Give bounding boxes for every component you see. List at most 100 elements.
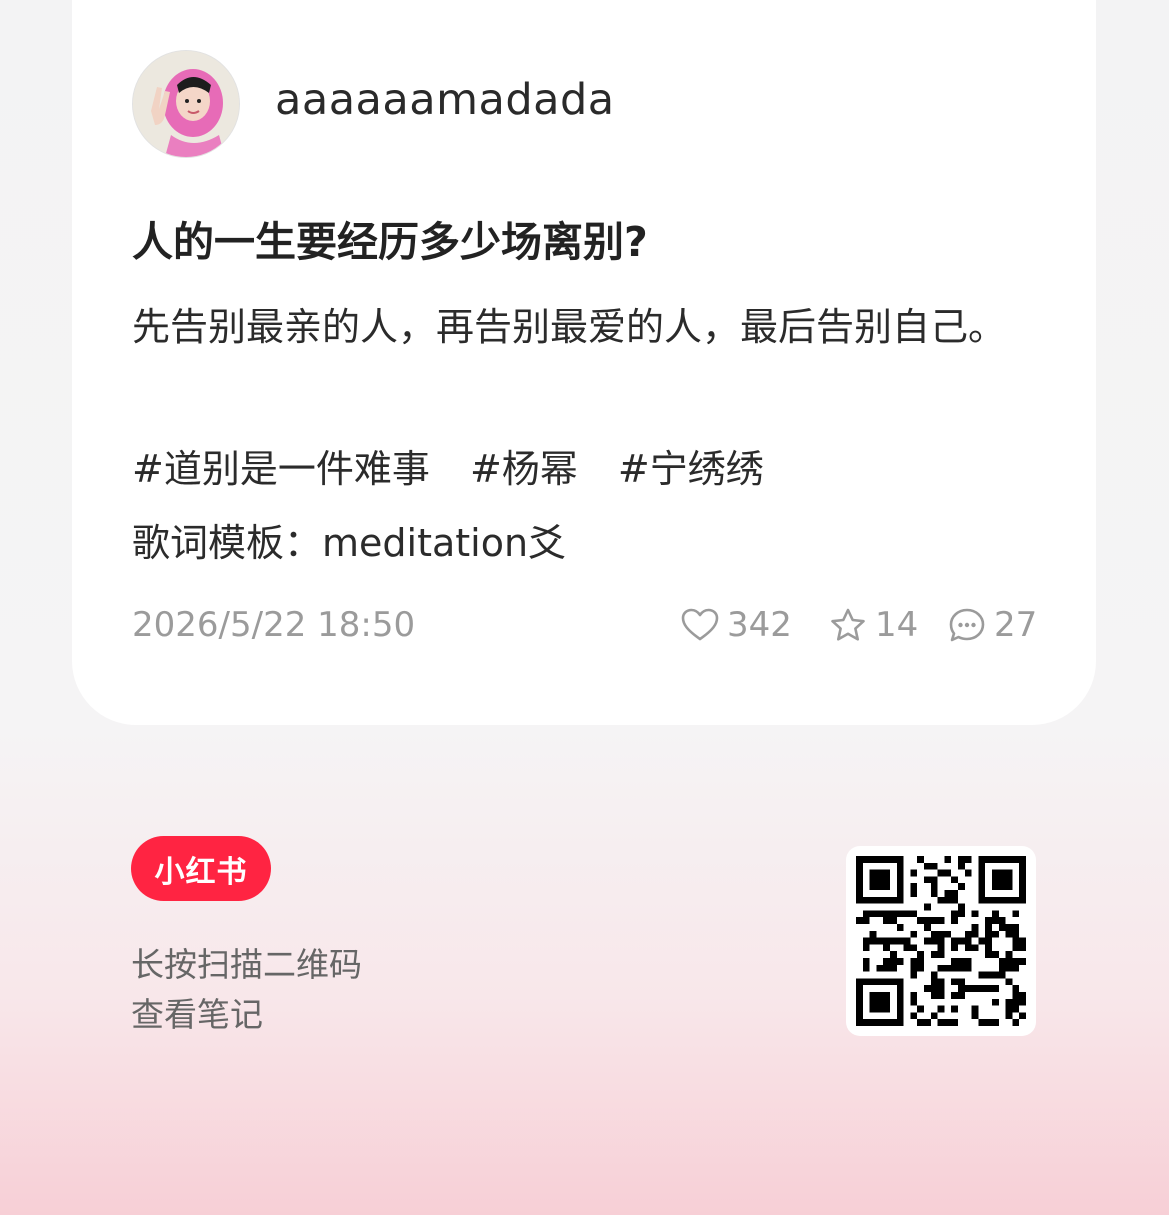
qr-module — [910, 910, 918, 918]
qr-module — [992, 856, 999, 863]
qr-module — [910, 890, 918, 897]
qr-module — [951, 937, 958, 945]
qr-module — [1019, 992, 1026, 999]
qr-module — [924, 985, 931, 992]
qr-module — [1005, 1012, 1013, 1020]
qr-module — [896, 910, 904, 918]
qr-module — [937, 896, 945, 904]
qr-module — [944, 964, 952, 972]
qr-module — [856, 1005, 863, 1013]
qr-module — [951, 910, 958, 918]
like-button[interactable]: 342 — [681, 605, 792, 645]
qr-module — [1012, 1005, 1020, 1013]
qr-module — [910, 958, 918, 965]
qr-module — [1005, 964, 1013, 972]
qr-module — [951, 896, 958, 904]
tag-list: #道别是一件难事 #杨幂 #宁绣绣 — [132, 438, 792, 493]
qr-module — [998, 856, 1006, 863]
qr-module — [964, 985, 972, 992]
qr-module — [883, 917, 890, 924]
qr-module — [910, 1012, 918, 1020]
qr-module — [937, 992, 945, 999]
qr-module — [1005, 869, 1013, 877]
qr-module — [876, 992, 884, 999]
xiaohongshu-logo: 小红书 — [131, 836, 271, 901]
collect-count: 14 — [875, 605, 919, 645]
qr-module — [876, 883, 884, 890]
qr-module — [951, 958, 958, 965]
qr-module — [869, 869, 877, 877]
qr-module — [856, 978, 863, 986]
qr-module — [930, 951, 938, 958]
qr-module — [998, 896, 1006, 904]
qr-module — [978, 869, 986, 877]
username[interactable]: aaaaaamadada — [275, 75, 615, 125]
qr-module — [869, 1005, 877, 1013]
qr-module — [944, 1019, 952, 1026]
qr-module — [1005, 930, 1013, 938]
qr-module — [930, 890, 938, 897]
qr-module — [958, 910, 965, 918]
like-count: 342 — [727, 605, 792, 645]
collect-button[interactable]: 14 — [829, 605, 918, 645]
qr-module — [985, 924, 992, 931]
qr-module — [937, 917, 945, 924]
qr-module — [992, 883, 999, 890]
qr-module — [958, 958, 965, 965]
qr-module — [937, 1005, 945, 1013]
qr-module — [917, 958, 924, 965]
qr-module — [910, 971, 918, 979]
qr-module — [856, 896, 863, 904]
qr-module — [1019, 862, 1026, 870]
user-avatar[interactable] — [132, 50, 240, 158]
qr-module — [1012, 985, 1020, 992]
qr-module — [924, 1019, 931, 1026]
qr-module — [910, 992, 918, 999]
lyric-template: 歌词模板：meditation爻 — [132, 521, 567, 565]
qr-module — [896, 998, 904, 1006]
qr-module — [862, 964, 870, 972]
qr-module — [964, 869, 972, 877]
post-title: 人的一生要经历多少场离别? — [132, 218, 648, 266]
qr-module — [937, 985, 945, 992]
qr-module — [1012, 930, 1020, 938]
qr-module — [883, 910, 890, 918]
hashtag-link[interactable]: #道别是一件难事 — [132, 447, 430, 491]
qr-module — [1012, 998, 1020, 1006]
qr-module — [1019, 1012, 1026, 1020]
qr-module — [937, 937, 945, 945]
qr-module — [917, 1005, 924, 1013]
qr-code-container[interactable] — [846, 846, 1036, 1036]
qr-module — [930, 930, 938, 938]
qr-module — [978, 985, 986, 992]
qr-module — [876, 1005, 884, 1013]
qr-module — [998, 958, 1006, 965]
qr-module — [876, 964, 884, 972]
qr-module — [910, 883, 918, 890]
post-date: 2026/5/22 18:50 — [132, 605, 416, 645]
hashtag-link[interactable]: #宁绣绣 — [618, 447, 764, 491]
qr-module — [896, 1012, 904, 1020]
qr-module — [883, 992, 890, 999]
qr-module — [958, 883, 965, 890]
qr-module — [944, 930, 952, 938]
qr-module — [862, 944, 870, 952]
qr-module — [992, 971, 999, 979]
qr-module — [856, 998, 863, 1006]
qr-module — [958, 862, 965, 870]
qr-module — [876, 910, 884, 918]
qr-module — [998, 876, 1006, 884]
qr-module — [876, 1019, 884, 1026]
qr-module — [890, 910, 897, 918]
post-meta: 2026/5/22 18:50 342 14 27 — [132, 605, 1037, 649]
comment-button[interactable]: 27 — [948, 605, 1037, 645]
qr-module — [985, 917, 992, 924]
qr-module — [856, 856, 863, 863]
hashtag-link[interactable]: #杨幂 — [470, 447, 578, 491]
qr-module — [856, 862, 863, 870]
qr-module — [869, 992, 877, 999]
qr-module — [883, 937, 890, 945]
qr-module — [978, 937, 986, 945]
comment-count: 27 — [994, 605, 1038, 645]
qr-module — [992, 896, 999, 904]
